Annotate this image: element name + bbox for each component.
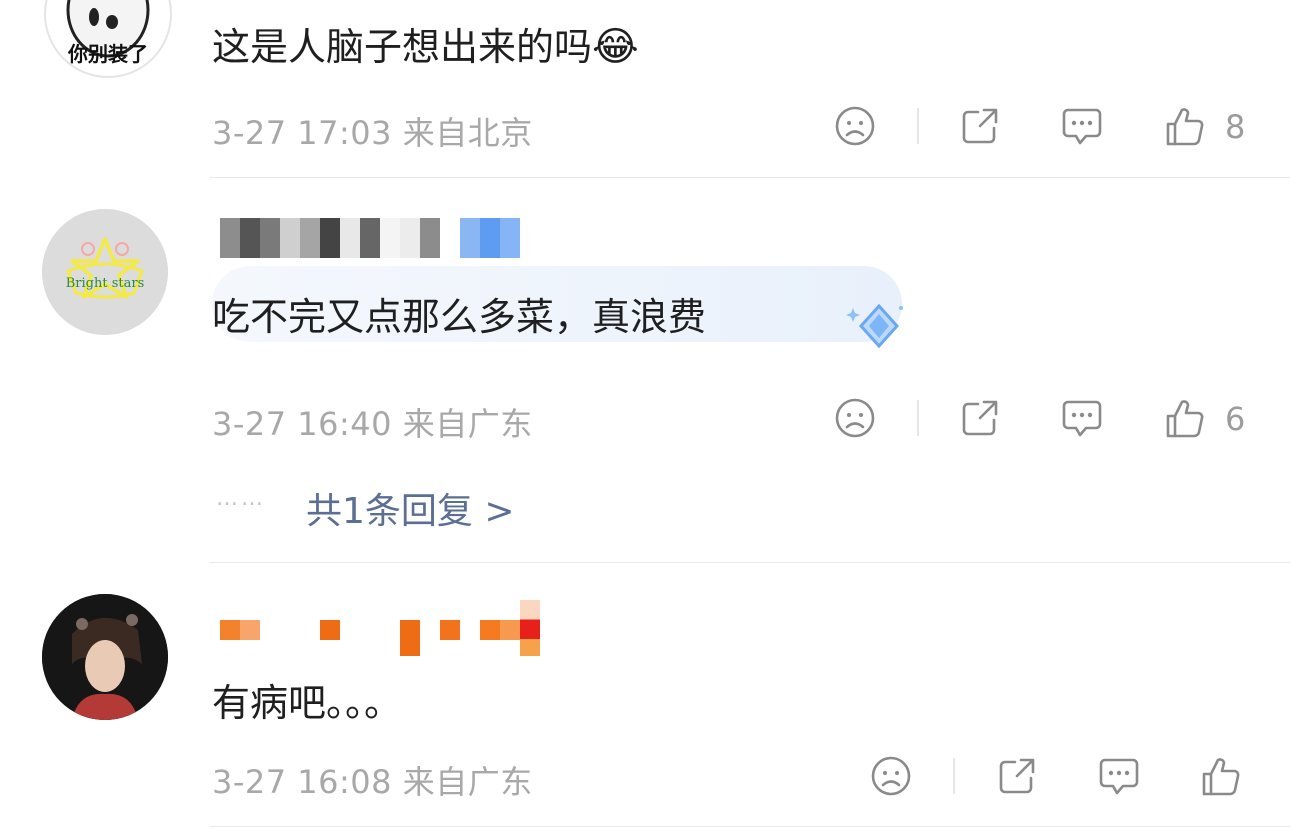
avatar-logo-text: Bright stars	[65, 276, 145, 291]
avatar-comment-3[interactable]	[42, 594, 168, 720]
comment-icon[interactable]	[1060, 104, 1104, 148]
share-icon[interactable]	[958, 104, 1002, 148]
comment-icon[interactable]	[1060, 396, 1104, 440]
sad-face-icon[interactable]	[869, 754, 913, 798]
share-icon[interactable]	[995, 754, 1039, 798]
thumbs-up-icon[interactable]	[1162, 396, 1206, 440]
like-count: 8	[1225, 108, 1246, 146]
comment-meta: 3-27 16:08 来自广东	[212, 763, 533, 801]
view-replies-link[interactable]: 共1条回复 >	[306, 482, 515, 534]
thumbs-up-icon[interactable]	[1162, 104, 1206, 148]
reply-dots: ……	[216, 486, 266, 511]
like-count: 6	[1225, 400, 1246, 438]
diamond-badge-icon	[845, 300, 905, 356]
sad-face-icon[interactable]	[833, 104, 877, 148]
comment-icon[interactable]	[1097, 754, 1141, 798]
avatar-comment-2[interactable]: Bright stars	[42, 209, 168, 335]
share-icon[interactable]	[958, 396, 1002, 440]
comment-text: 吃不完又点那么多菜，真浪费	[212, 295, 707, 339]
action-separator	[917, 108, 919, 144]
comment-meta: 3-27 16:40 来自广东	[212, 405, 533, 443]
avatar-comment-1[interactable]: 你别装了	[44, 0, 172, 78]
action-separator	[917, 400, 919, 436]
comment-divider	[210, 562, 1290, 563]
laughing-crying-emoji-icon: 😂	[592, 24, 639, 70]
comment-text: 这是人脑子想出来的吗😂	[212, 16, 639, 71]
comment-meta: 3-27 17:03 来自北京	[212, 114, 533, 152]
comment-divider	[210, 826, 1290, 827]
portrait-photo-icon	[42, 594, 168, 720]
comment-text-body: 这是人脑子想出来的吗	[212, 25, 593, 69]
avatar-caption: 你别装了	[68, 42, 148, 66]
blurred-username	[220, 218, 520, 258]
bright-stars-logo-icon	[42, 209, 168, 335]
action-separator	[953, 758, 955, 794]
thumbs-up-icon[interactable]	[1198, 754, 1242, 798]
blurred-username	[220, 600, 540, 656]
sad-face-icon[interactable]	[833, 396, 877, 440]
comment-divider	[210, 177, 1290, 178]
comment-text: 有病吧。。。	[212, 681, 403, 725]
